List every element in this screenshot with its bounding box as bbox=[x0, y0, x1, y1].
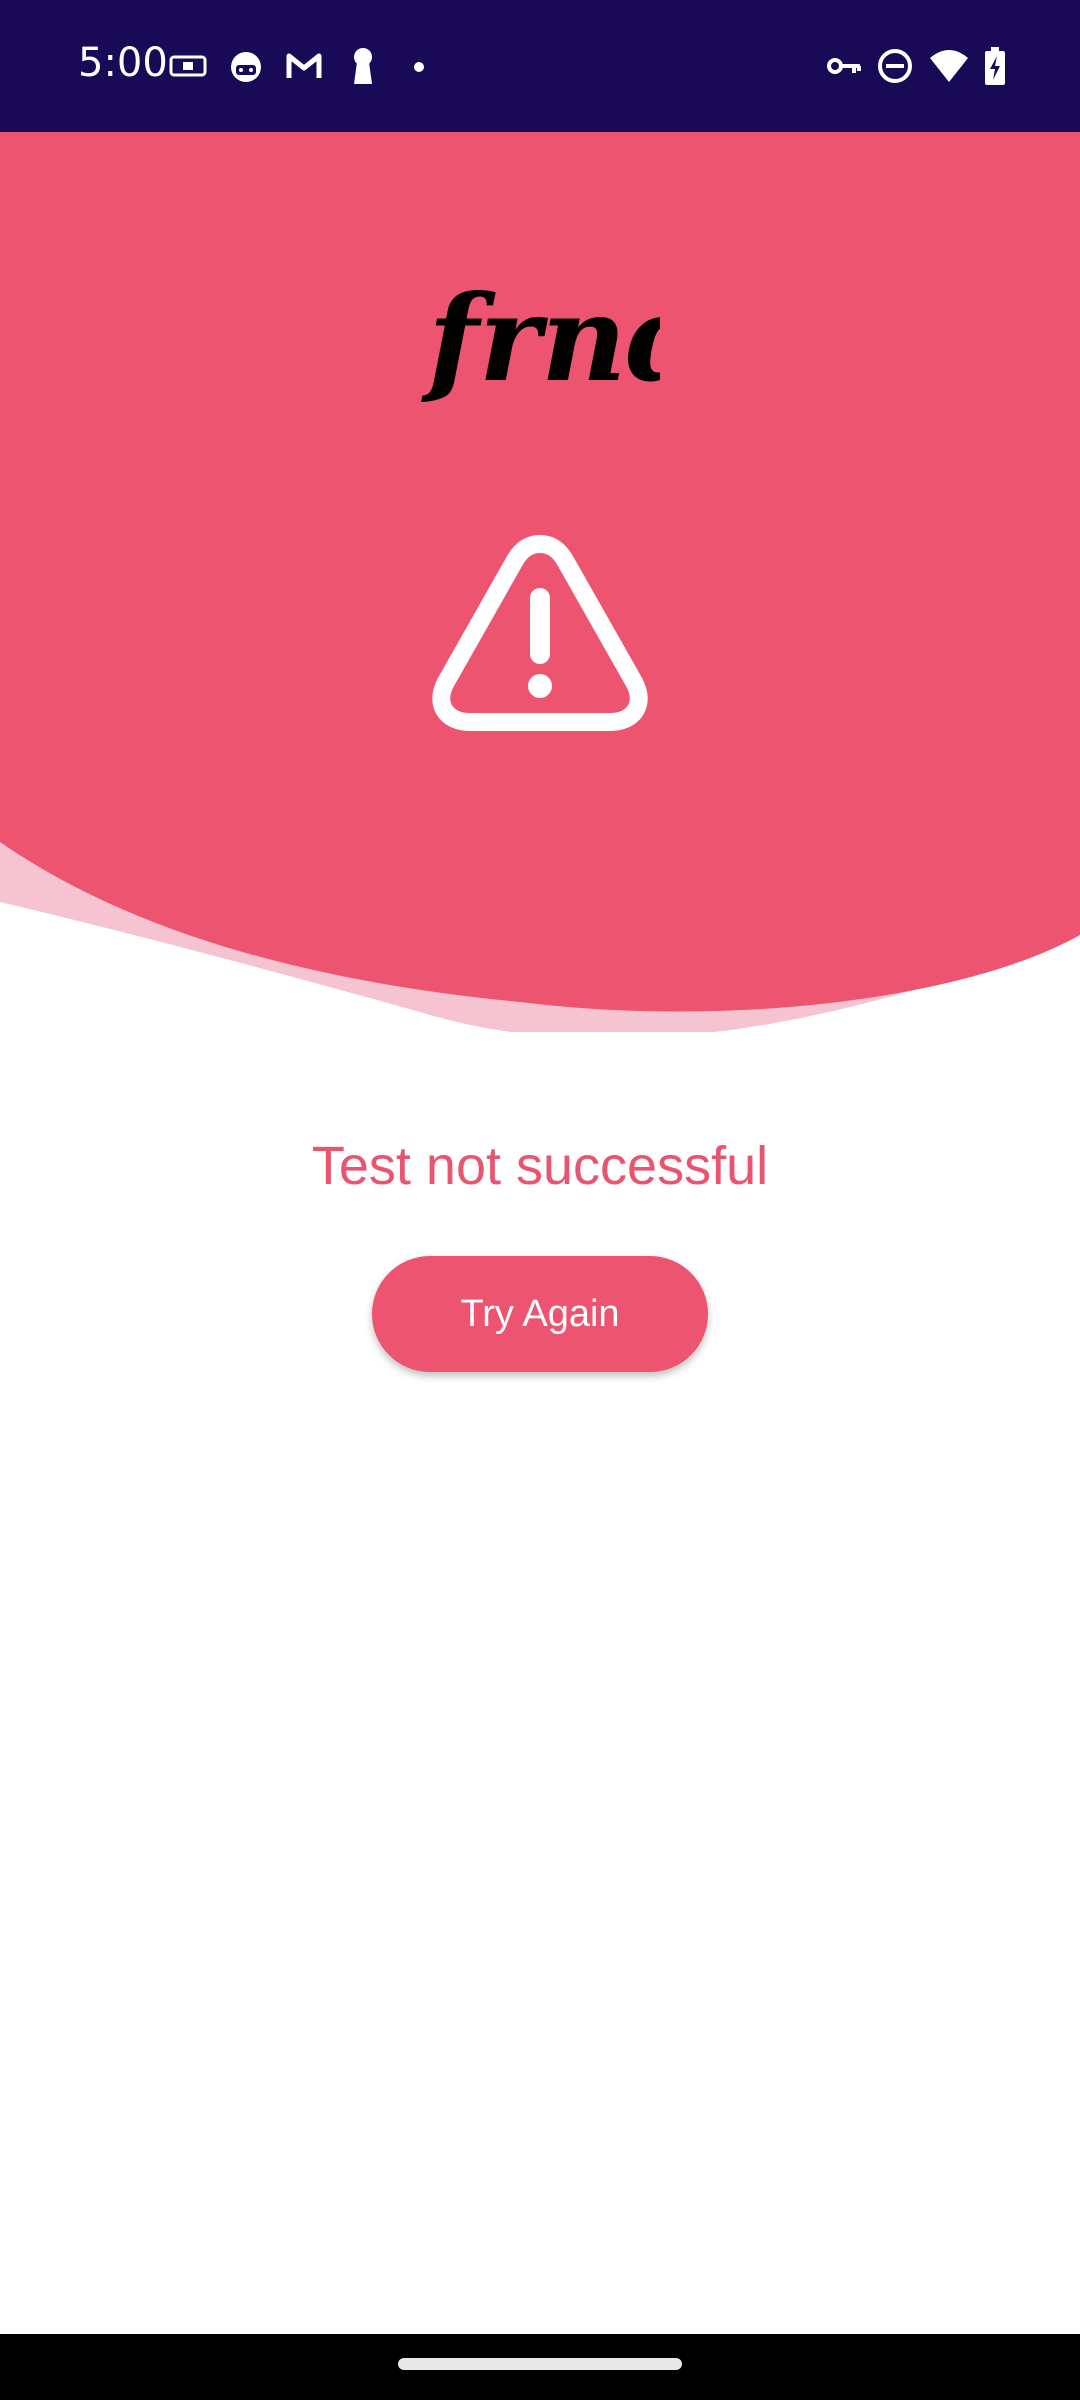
try-again-button[interactable]: Try Again bbox=[372, 1256, 708, 1372]
key-icon bbox=[827, 58, 861, 74]
do-not-disturb-icon bbox=[878, 49, 912, 83]
keyhole-icon bbox=[354, 48, 372, 84]
card-icon bbox=[169, 55, 207, 77]
status-time: 5:00 bbox=[78, 40, 168, 86]
frnd-logo: frnd bbox=[421, 269, 660, 408]
status-bar: 5:00 bbox=[0, 0, 1080, 132]
logo-text: frnd bbox=[421, 269, 660, 408]
battery-charging-icon bbox=[985, 47, 1005, 85]
gmail-icon bbox=[286, 53, 322, 78]
dot-icon bbox=[414, 62, 424, 72]
warning-triangle-icon bbox=[432, 535, 648, 731]
face-icon bbox=[231, 52, 261, 82]
error-message: Test not successful bbox=[311, 1136, 769, 1196]
home-gesture-handle[interactable] bbox=[398, 2358, 682, 2370]
screen: 5:00 frn Test not successful Try Again bbox=[0, 0, 1080, 2400]
wifi-icon bbox=[930, 50, 968, 82]
